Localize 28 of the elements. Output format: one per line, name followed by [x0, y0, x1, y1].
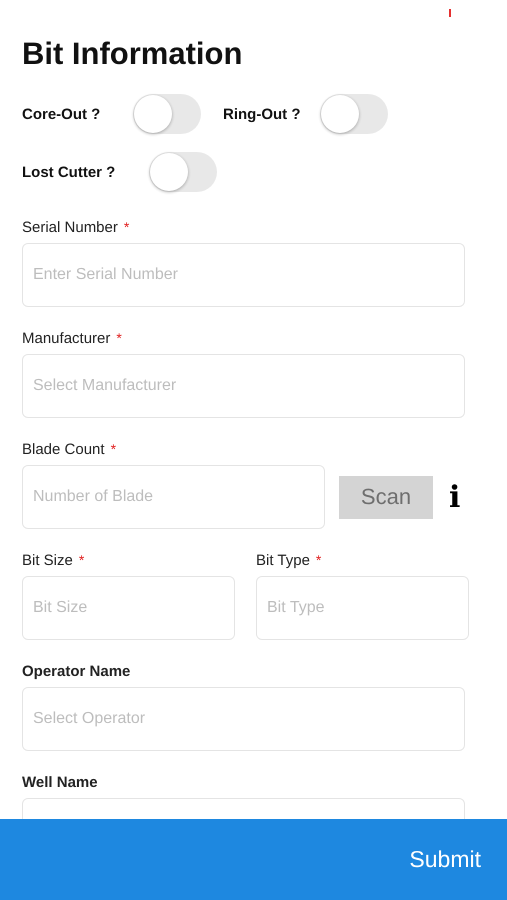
input-field[interactable]: Number of Blade: [22, 465, 325, 529]
field-label: Serial Number: [22, 218, 118, 236]
page-title: Bit Information: [22, 36, 244, 72]
required-mark: *: [116, 330, 122, 346]
toggle-switch[interactable]: [149, 152, 218, 192]
toggle-label: Ring-Out ?: [223, 106, 300, 122]
field-label: Blade Count: [22, 440, 105, 458]
field-label: Operator Name: [22, 662, 130, 680]
required-mark: *: [124, 219, 130, 235]
scan-button[interactable]: Scan: [339, 476, 433, 518]
toggle-switch[interactable]: [320, 94, 388, 134]
toggle-label: Lost Cutter ?: [22, 164, 116, 180]
submit-button[interactable]: Submit: [409, 842, 481, 877]
input-field[interactable]: Bit Type: [256, 576, 469, 640]
input-field[interactable]: Select Manufacturer: [22, 354, 465, 418]
input-field[interactable]: Select Operator: [22, 687, 465, 751]
required-mark: *: [78, 552, 84, 568]
toggle-label: Core-Out ?: [22, 106, 102, 122]
toggle-switch[interactable]: [133, 94, 201, 134]
field-label: Bit Type: [256, 552, 310, 568]
required-mark: *: [316, 552, 322, 568]
field-label: Well Name: [22, 774, 98, 790]
required-mark: *: [110, 441, 116, 457]
input-field[interactable]: Bit Size: [22, 576, 235, 640]
field-label: Bit Size: [22, 552, 73, 568]
info-icon[interactable]: i: [449, 480, 460, 514]
field-label: Manufacturer: [22, 330, 110, 346]
input-field[interactable]: Enter Serial Number: [22, 243, 465, 307]
